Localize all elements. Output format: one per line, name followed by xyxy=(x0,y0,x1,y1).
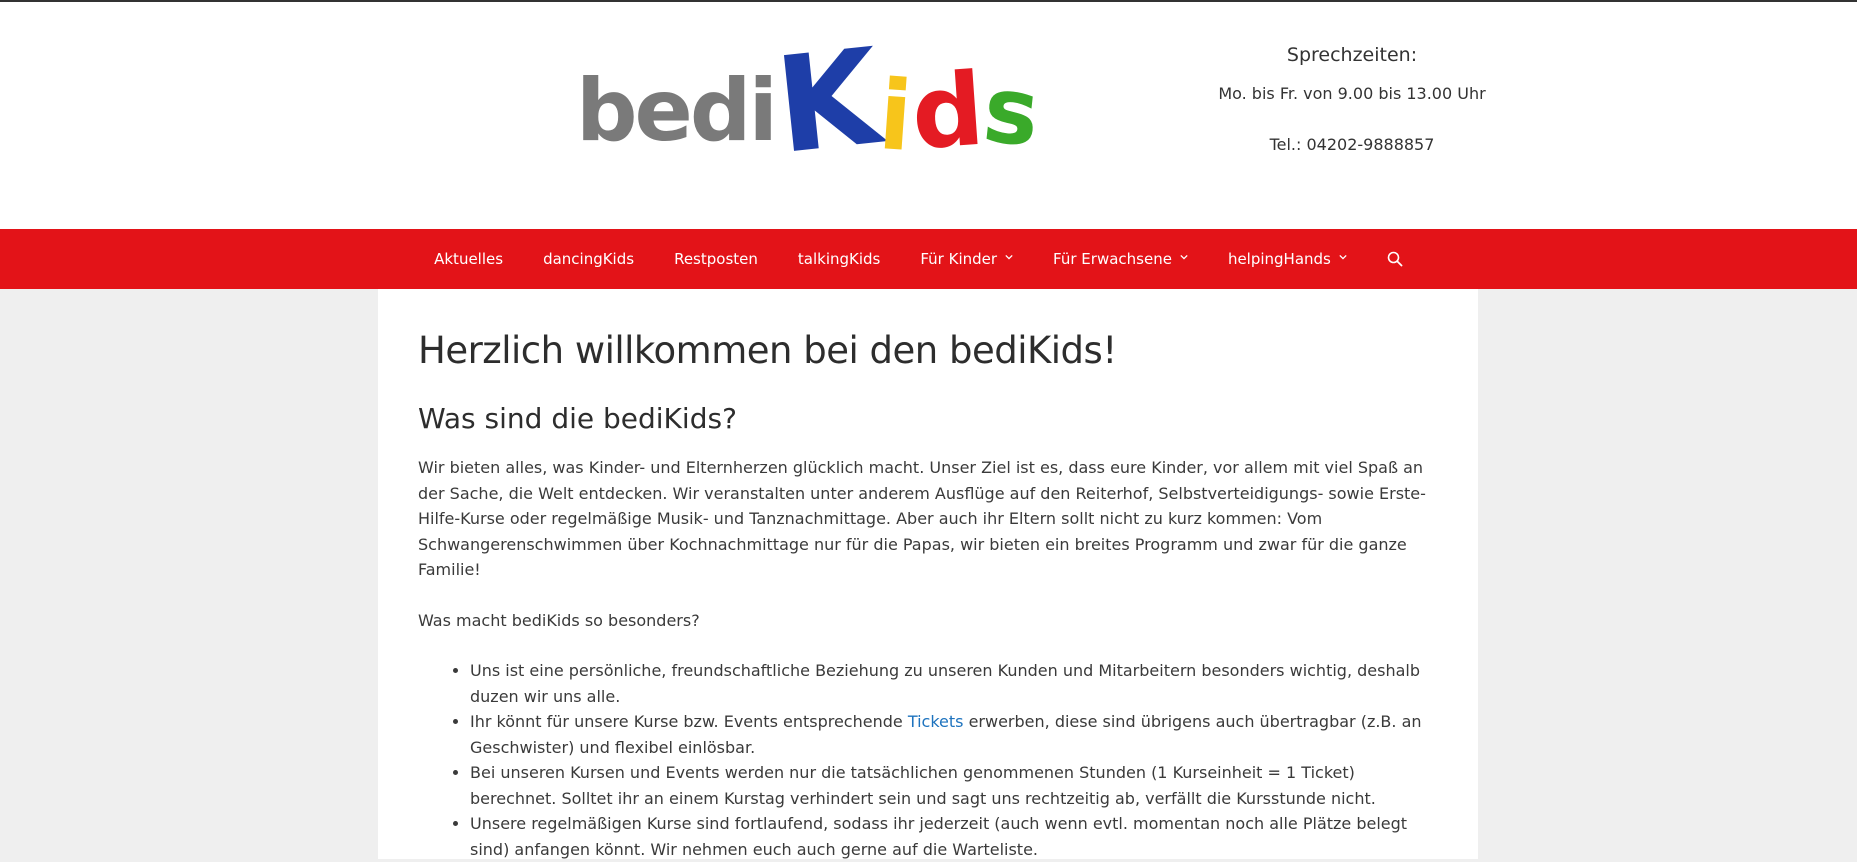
nav-item-fuer-kinder[interactable]: Für Kinder xyxy=(900,250,1033,268)
nav-item-label: Für Kinder xyxy=(920,250,998,268)
logo-letter-d: d xyxy=(908,50,988,173)
nav-item-label: talkingKids xyxy=(797,250,881,268)
list-item: Bei unseren Kursen und Events werden nur… xyxy=(470,760,1438,811)
list-item-text: Ihr könnt für unsere Kurse bzw. Events e… xyxy=(470,712,908,731)
list-item: Ihr könnt für unsere Kurse bzw. Events e… xyxy=(470,709,1438,760)
list-item: Uns ist eine persönliche, freundschaftli… xyxy=(470,658,1438,709)
office-hours-title: Sprechzeiten: xyxy=(1286,44,1418,66)
list-item: Unsere regelmäßigen Kurse sind fortlaufe… xyxy=(470,811,1438,862)
nav-item-label: dancingKids xyxy=(543,250,635,268)
nav-item-label: Für Erwachsene xyxy=(1053,250,1172,268)
logo-letter-s: s xyxy=(978,55,1044,168)
nav-item-restposten[interactable]: Restposten xyxy=(654,250,778,268)
nav-item-dancingkids[interactable]: dancingKids xyxy=(523,250,654,268)
logo-letter-k: K xyxy=(769,20,888,184)
main-navigation: Aktuelles dancingKids Restposten talking… xyxy=(0,229,1857,289)
intro-paragraph: Wir bieten alles, was Kinder- und Eltern… xyxy=(418,458,1426,579)
question-paragraph: Was macht bediKids so besonders? xyxy=(418,610,700,630)
logo-text-bedi: bedi xyxy=(576,61,778,161)
tickets-link[interactable]: Tickets xyxy=(908,712,964,731)
office-hours-text: Mo. bis Fr. von 9.00 bis 13.00 Uhr xyxy=(1218,84,1486,103)
bedikids-logo[interactable]: bedi K i d s xyxy=(576,20,1044,184)
chevron-down-icon xyxy=(1005,254,1013,260)
office-hours-widget: Sprechzeiten: Mo. bis Fr. von 9.00 bis 1… xyxy=(1212,44,1492,186)
section-heading: Was sind die bediKids? xyxy=(418,402,737,435)
main-content: Herzlich willkommen bei den bediKids! Wa… xyxy=(378,289,1478,859)
search-button[interactable] xyxy=(1367,251,1423,267)
nav-item-aktuelles[interactable]: Aktuelles xyxy=(414,250,523,268)
chevron-down-icon xyxy=(1180,254,1188,260)
nav-item-label: Aktuelles xyxy=(434,250,504,268)
nav-item-label: Restposten xyxy=(674,250,758,268)
nav-item-talkingkids[interactable]: talkingKids xyxy=(778,250,900,268)
nav-item-helpinghands[interactable]: helpingHands xyxy=(1208,250,1367,268)
page-title: Herzlich willkommen bei den bediKids! xyxy=(418,329,1117,372)
nav-item-fuer-erwachsene[interactable]: Für Erwachsene xyxy=(1033,250,1208,268)
feature-list: Uns ist eine persönliche, freundschaftli… xyxy=(418,658,1438,862)
nav-item-label: helpingHands xyxy=(1227,250,1331,268)
search-icon xyxy=(1387,251,1403,267)
site-header: bedi K i d s Sprechzeiten: Mo. bis Fr. v… xyxy=(0,2,1857,229)
chevron-down-icon xyxy=(1339,254,1347,260)
phone-number: Tel.: 04202-9888857 xyxy=(1269,135,1435,154)
